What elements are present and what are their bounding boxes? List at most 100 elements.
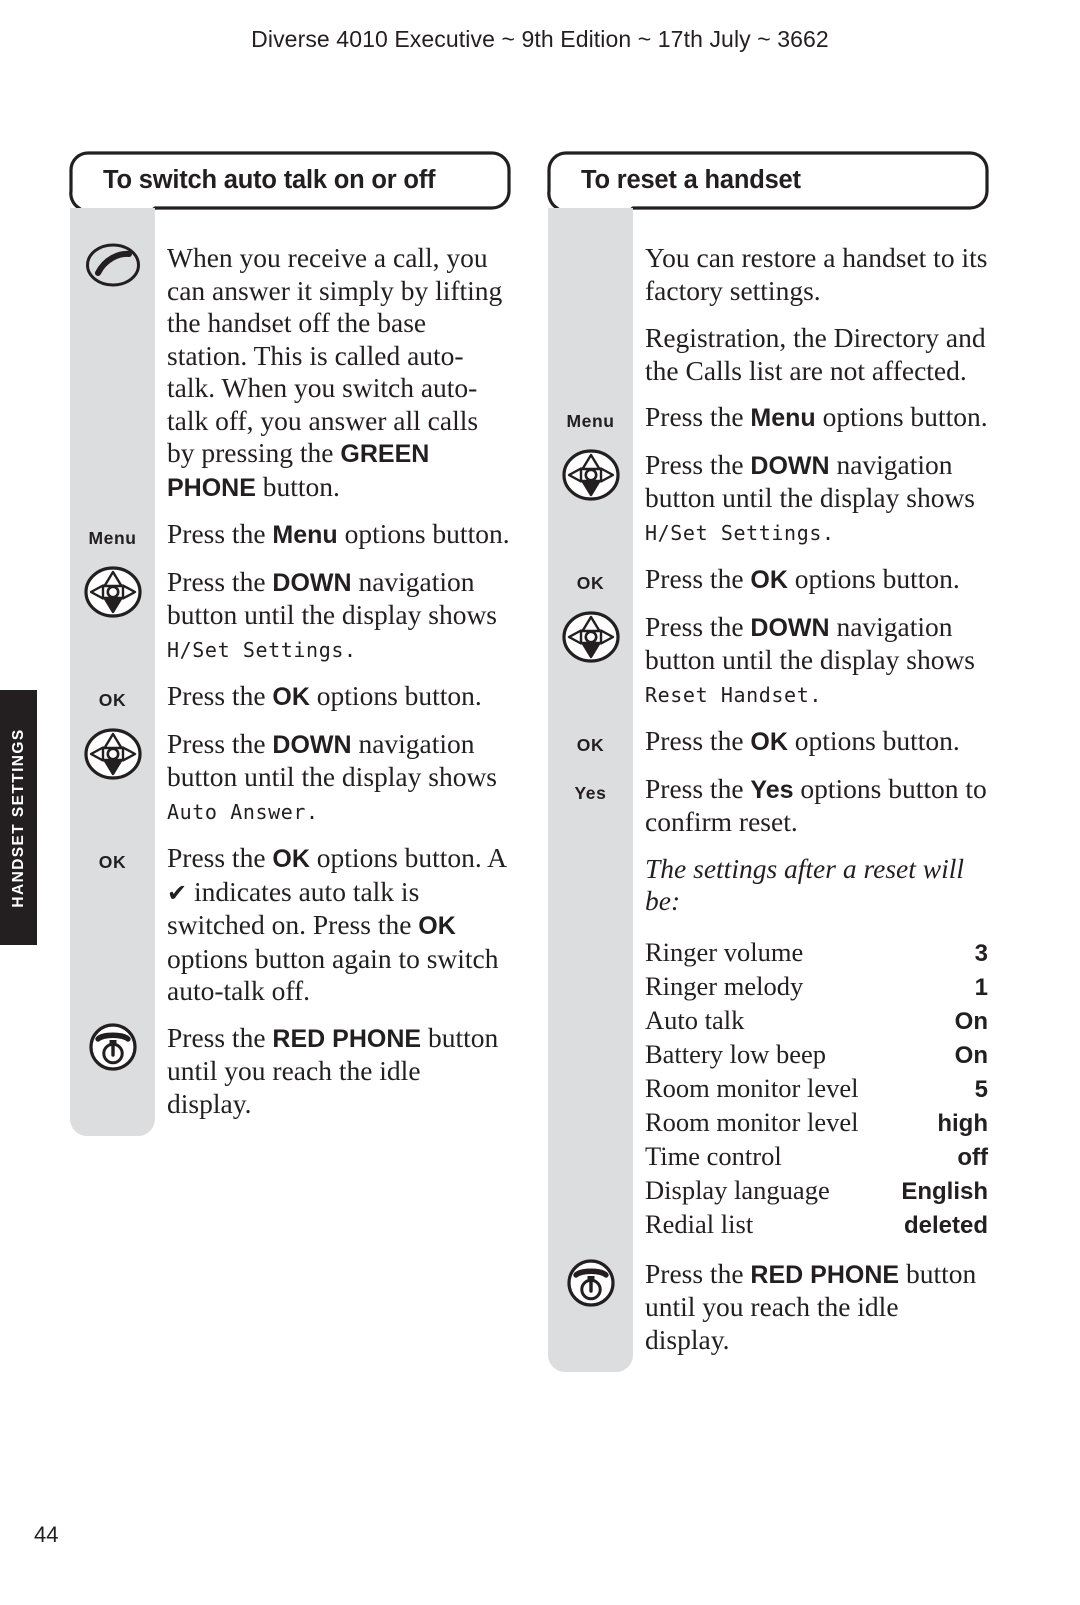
- table-row: Ringer melody 1: [645, 970, 988, 1004]
- step-cue-button-label[interactable]: OK: [99, 684, 126, 710]
- step-text-run: Press the: [645, 401, 751, 432]
- step-body: Press the RED PHONE button until you rea…: [633, 1258, 988, 1357]
- step-cue: [548, 1258, 633, 1313]
- instruction-step: Menu Press the Menu options button.: [548, 401, 988, 435]
- checkmark-icon: ✔: [167, 878, 188, 907]
- step-text-run: options button.: [815, 401, 988, 432]
- instruction-step: OK Press the OK options button. A ✔ indic…: [70, 842, 510, 1008]
- emphasis-text: OK: [418, 912, 456, 940]
- step-text-run: Press the: [645, 448, 751, 480]
- running-head: Diverse 4010 Executive ~ 9th Edition ~ 1…: [251, 26, 829, 52]
- emphasis-text: OK: [272, 683, 310, 711]
- emphasis-text: DOWN: [750, 451, 830, 480]
- table-row: Display language English: [645, 1174, 988, 1208]
- step-cue: OK: [70, 680, 155, 710]
- setting-name: Auto talk: [645, 1004, 745, 1035]
- step-text-run: Press the: [167, 842, 273, 873]
- lcd-display-text: H/Set Settings.: [645, 520, 835, 545]
- paragraph: Registration, the Directory and the Call…: [645, 322, 988, 387]
- table-row: Ringer volume 3: [645, 936, 988, 970]
- step-body: Press the Menu options button.: [633, 401, 988, 435]
- instruction-step: Press the DOWN navigation button until t…: [548, 611, 988, 712]
- instruction-step: When you receive a call, you can answer …: [70, 242, 510, 504]
- section-heading: To reset a handset: [547, 151, 989, 242]
- navigation-down-icon: [83, 727, 142, 785]
- step-text-run: button.: [255, 470, 340, 502]
- step-body: Press the Yes options button to confirm …: [633, 773, 988, 839]
- section-heading-label: To reset a handset: [581, 165, 801, 194]
- section-heading: To switch auto talk on or off: [69, 151, 511, 242]
- instruction-step: You can restore a handset to its factory…: [548, 242, 988, 387]
- setting-value: off: [957, 1143, 988, 1171]
- section-body: When you receive a call, you can answer …: [70, 208, 510, 1136]
- step-body: Press the DOWN navigation button until t…: [633, 611, 988, 712]
- step-cue: [70, 727, 155, 785]
- setting-value: On: [954, 1007, 988, 1035]
- column-left: To switch auto talk on or off When you re…: [69, 151, 511, 1136]
- instruction-step: The settings after a reset will be:: [548, 853, 988, 918]
- step-cue: OK: [70, 842, 155, 872]
- red-phone-icon: [88, 1022, 138, 1077]
- step-body: Press the Menu options button.: [155, 518, 510, 552]
- section-body: You can restore a handset to its factory…: [548, 208, 988, 1372]
- step-cue-button-label[interactable]: Yes: [575, 777, 607, 803]
- instruction-step: OK Press the OK options button.: [548, 563, 988, 597]
- emphasis-text: OK: [272, 845, 310, 873]
- step-cue: Menu: [548, 401, 633, 431]
- emphasis-text: DOWN: [750, 613, 830, 642]
- step-text-run: Press the: [645, 772, 751, 804]
- table-row: Room monitor level 5: [645, 1072, 988, 1106]
- paragraph: You can restore a handset to its factory…: [645, 242, 988, 307]
- setting-value: 1: [974, 973, 988, 1001]
- step-body: When you receive a call, you can answer …: [155, 242, 510, 504]
- lcd-display-text: Auto Answer.: [167, 799, 319, 824]
- step-text-run: Press the: [645, 610, 751, 642]
- setting-name: Time control: [645, 1140, 782, 1171]
- setting-value: 5: [974, 1075, 988, 1103]
- instruction-step: Press the DOWN navigation button until t…: [70, 728, 510, 829]
- step-text-run: Press the: [645, 563, 751, 594]
- setting-name: Redial list: [645, 1208, 754, 1239]
- step-cue-button-label[interactable]: OK: [577, 729, 604, 755]
- navigation-down-icon: [561, 610, 620, 668]
- step-body: The settings after a reset will be:: [633, 853, 988, 918]
- step-text-run: Press the: [167, 565, 273, 597]
- table-row: Room monitor level high: [645, 1106, 988, 1140]
- step-cue: Yes: [548, 773, 633, 803]
- emphasis-text: Menu: [750, 404, 816, 432]
- step-body: Press the OK options button.: [633, 563, 988, 597]
- step-body: You can restore a handset to its factory…: [633, 242, 988, 387]
- step-text-run: options button.: [309, 680, 482, 711]
- emphasis-text: Menu: [272, 521, 338, 549]
- step-cue-button-label[interactable]: OK: [99, 846, 126, 872]
- step-text-run: options button.: [787, 725, 960, 756]
- emphasis-text: OK: [750, 728, 788, 756]
- step-text-run: You can restore a handset to its factory…: [645, 242, 988, 306]
- instruction-step: Yes Press the Yes options button to confi…: [548, 773, 988, 839]
- setting-value: 3: [974, 939, 988, 967]
- setting-value: On: [954, 1041, 988, 1069]
- step-cue: [70, 1022, 155, 1077]
- step-body: Press the DOWN navigation button until t…: [155, 566, 510, 667]
- emphasis-text: OK: [750, 566, 788, 594]
- table-row: Auto talk On: [645, 1004, 988, 1038]
- setting-value: English: [901, 1177, 988, 1205]
- step-cue-button-label[interactable]: Menu: [88, 522, 136, 548]
- green-phone-icon: [85, 242, 141, 293]
- default-settings-table: Ringer volume 3 Ringer melody 1 Auto talk On B…: [645, 936, 988, 1242]
- page-number: 44: [34, 1522, 59, 1547]
- step-text-run: Press the: [167, 518, 273, 549]
- step-list: When you receive a call, you can answer …: [70, 242, 510, 1120]
- navigation-down-icon: [83, 565, 142, 623]
- step-cue-button-label[interactable]: OK: [577, 567, 604, 593]
- step-cue: OK: [548, 725, 633, 755]
- step-body: Press the RED PHONE button until you rea…: [155, 1022, 510, 1121]
- emphasis-text: Yes: [750, 775, 794, 804]
- step-body: Press the OK options button.: [155, 680, 510, 714]
- step-body: Press the OK options button. A ✔ indicat…: [155, 842, 510, 1008]
- navigation-down-icon: [561, 448, 620, 506]
- step-text-run: Press the: [167, 1021, 273, 1053]
- step-cue: OK: [548, 563, 633, 593]
- step-cue-button-label[interactable]: Menu: [566, 405, 614, 431]
- step-body: Ringer volume 3 Ringer melody 1 Auto talk On B…: [633, 932, 988, 1244]
